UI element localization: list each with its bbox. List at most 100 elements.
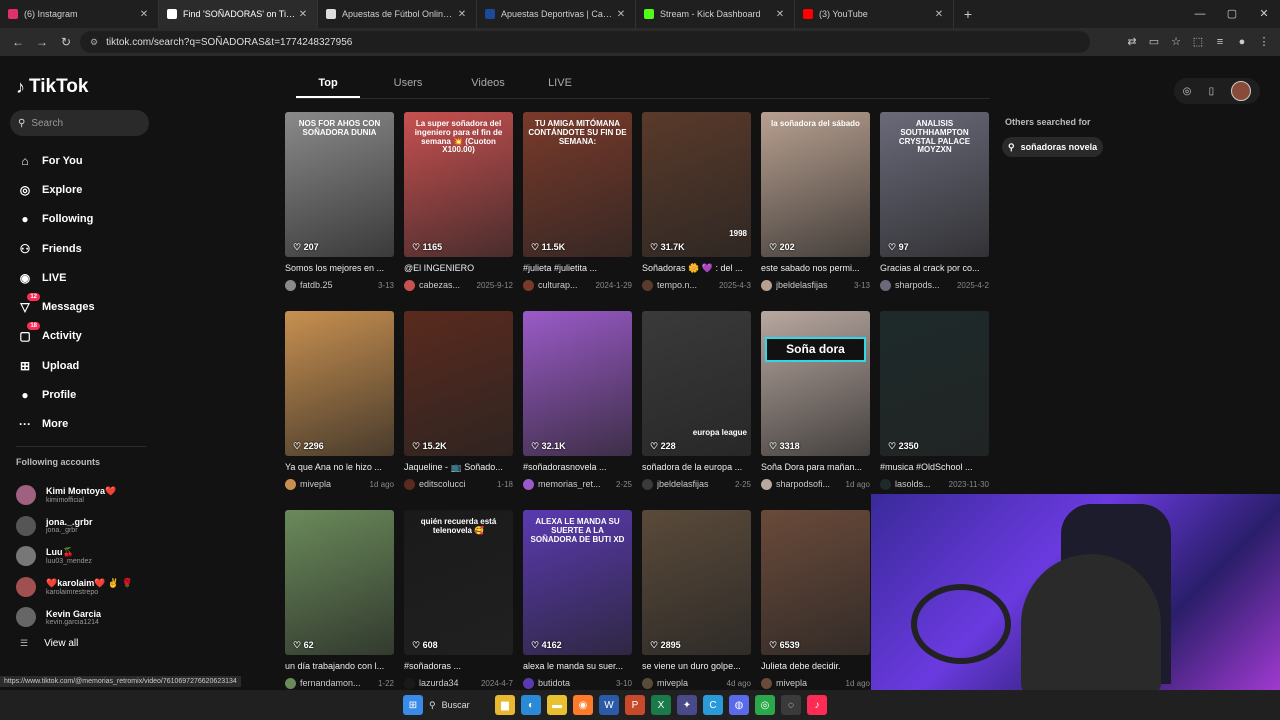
sidebar-item-following[interactable]: ● Following [16,205,146,234]
cast-icon[interactable]: ▭ [1146,32,1162,52]
video-card[interactable]: NOS FOR AHOS CON SOÑADORA DUNIA ♡ 207 Somo… [285,112,394,291]
video-thumbnail[interactable]: Soña dora ♡ 3318 [761,311,870,456]
video-caption[interactable]: #soñadoras ... [404,661,513,673]
author-avatar[interactable] [642,478,653,490]
author-name[interactable]: lasolds... [895,479,945,489]
video-thumbnail[interactable]: europa league ♡ 228 [642,311,751,456]
video-card[interactable]: ♡ 15.2K Jaqueline - 📺 Soñado... editscoluc… [404,311,513,490]
author-avatar[interactable] [404,279,415,291]
video-thumbnail[interactable]: TU AMIGA MITÓMANA CONTÁNDOTE SU FIN DE S… [523,112,632,257]
new-tab-icon[interactable]: + [954,6,982,22]
translate-icon[interactable]: ⇄ [1124,32,1140,52]
author-name[interactable]: jbeldelasfijas [776,280,850,290]
video-caption[interactable]: Gracias al crack por co... [880,263,989,275]
author-avatar[interactable] [404,677,415,689]
video-card[interactable]: ♡ 62 un día trabajando con l... fernandamo… [285,510,394,689]
author-name[interactable]: editscolucci [419,479,493,489]
coin-icon[interactable]: ◎ [1183,86,1192,97]
tiktok-logo[interactable]: ♪ TikTok [16,76,88,98]
author-avatar[interactable] [880,478,891,490]
video-caption[interactable]: #musica #OldSchool ... [880,462,989,474]
taskbar-search[interactable]: ⚲ Buscar [429,695,489,715]
url-field[interactable]: ⚙ tiktok.com/search?q=SOÑADORAS&t=177424… [80,31,1090,53]
windows-start-icon[interactable]: ⊞ [403,695,423,715]
video-card[interactable]: quién recuerda está telenovela 🥰 ♡ 608 #so… [404,510,513,689]
view-all-link[interactable]: ☰ View all [20,638,78,649]
author-avatar[interactable] [761,478,772,490]
sidebar-item-messages[interactable]: ▽ 12 Messages [16,292,146,321]
obs-icon[interactable]: ◌ [781,695,801,715]
video-thumbnail[interactable]: ANALISIS SOUTHHAMPTON CRYSTAL PALACE MOY… [880,112,989,257]
author-name[interactable]: sharpodsofi... [776,479,842,489]
search-input[interactable]: ⚲ Search [10,110,149,136]
following-account[interactable]: Luu🍒 luu03_mendez [16,541,156,572]
author-name[interactable]: fatdb.25 [300,280,374,290]
browser-tab[interactable]: Stream - Kick Dashboard ✕ [636,0,795,28]
browser-tab[interactable]: Apuestas Deportivas | Casa de A✕ [477,0,636,28]
video-caption[interactable]: soñadora de la europa ... [642,462,751,474]
video-card[interactable]: ♡ 2895 se viene un duro golpe... mivepla 4d… [642,510,751,689]
sidebar-item-explore[interactable]: ◎ Explore [16,175,146,204]
author-name[interactable]: sharpods... [895,280,953,290]
tab-videos[interactable]: Videos [456,74,520,98]
close-window-icon[interactable]: ✕ [1248,0,1280,28]
author-avatar[interactable] [880,279,891,291]
user-avatar[interactable] [1231,81,1252,101]
file-explorer-icon[interactable]: ▆ [495,695,515,715]
author-name[interactable]: mivepla [300,479,366,489]
author-avatar[interactable] [761,279,772,291]
author-name[interactable]: jbeldelasfijas [657,479,731,489]
close-tab-icon[interactable]: ✕ [456,9,468,20]
author-avatar[interactable] [642,677,653,689]
chrome-icon[interactable]: ◎ [755,695,775,715]
video-caption[interactable]: Somos los mejores en ... [285,263,394,275]
author-name[interactable]: butidota [538,678,612,688]
author-name[interactable]: cabezas... [419,280,473,290]
video-card[interactable]: la soñadora del sábado ♡ 202 este sabado n… [761,112,870,291]
video-caption[interactable]: #julieta #julietita ... [523,263,632,275]
tiktok-taskbar-icon[interactable]: ♪ [807,695,827,715]
author-name[interactable]: mivepla [657,678,723,688]
video-caption[interactable]: Soñadoras 🌼 💜 : del ... [642,263,751,275]
author-name[interactable]: fernandamon... [300,678,374,688]
video-card[interactable]: ANALISIS SOUTHHAMPTON CRYSTAL PALACE MOY… [880,112,989,291]
video-caption[interactable]: Julieta debe decidir. [761,661,870,673]
author-avatar[interactable] [642,279,653,291]
video-thumbnail[interactable]: ♡ 62 [285,510,394,655]
extensions-icon[interactable]: ⬚ [1190,32,1206,52]
video-caption[interactable]: Soña Dora para mañan... [761,462,870,474]
following-account[interactable]: Kimi Montoya❤️ kimimofficial [16,480,156,511]
sidebar-item-activity[interactable]: ▢ 18 Activity [16,322,146,351]
close-tab-icon[interactable]: ✕ [615,9,627,20]
app-icon[interactable]: ✦ [677,695,697,715]
video-card[interactable]: ♡ 6539 Julieta debe decidir. mivepla 1d ago [761,510,870,689]
folder-icon[interactable]: ▬ [547,695,567,715]
minimize-icon[interactable]: — [1184,0,1216,28]
author-avatar[interactable] [285,677,296,689]
video-thumbnail[interactable]: ALEXA LE MANDA SU SUERTE A LA SOÑADORA D… [523,510,632,655]
video-card[interactable]: ♡ 32.1K #soñadorasnovela ... memorias_ret.… [523,311,632,490]
close-tab-icon[interactable]: ✕ [774,9,786,20]
author-avatar[interactable] [761,677,772,689]
media-control-icon[interactable]: ≡ [1212,32,1228,52]
browser-tab[interactable]: (3) YouTube ✕ [795,0,954,28]
tab-live[interactable]: LIVE [520,74,600,98]
video-thumbnail[interactable]: ♡ 6539 [761,510,870,655]
browser-tab[interactable]: Find 'SOÑADORAS' on TikTok | TikTok✕ [159,0,318,28]
video-card[interactable]: TU AMIGA MITÓMANA CONTÁNDOTE SU FIN DE S… [523,112,632,291]
author-name[interactable]: mivepla [776,678,842,688]
firefox-icon[interactable]: ◉ [573,695,593,715]
video-card[interactable]: Soña dora ♡ 3318 Soña Dora para mañan... sh… [761,311,870,490]
author-avatar[interactable] [523,478,534,490]
browser-tab[interactable]: (6) Instagram ✕ [0,0,159,28]
video-card[interactable]: La super soñadora del ingeniero para el … [404,112,513,291]
discord-icon[interactable]: ◍ [729,695,749,715]
author-name[interactable]: lazurda34 [419,678,477,688]
browser-tab[interactable]: Apuestas de Fútbol Online - La ✕ [318,0,477,28]
author-avatar[interactable] [285,279,296,291]
video-thumbnail[interactable]: quién recuerda está telenovela 🥰 ♡ 608 [404,510,513,655]
tab-users[interactable]: Users [360,74,456,98]
video-card[interactable]: ALEXA LE MANDA SU SUERTE A LA SOÑADORA D… [523,510,632,689]
video-caption[interactable]: @El INGENIERO [404,263,513,275]
sidebar-item-profile[interactable]: ● Profile [16,380,146,409]
